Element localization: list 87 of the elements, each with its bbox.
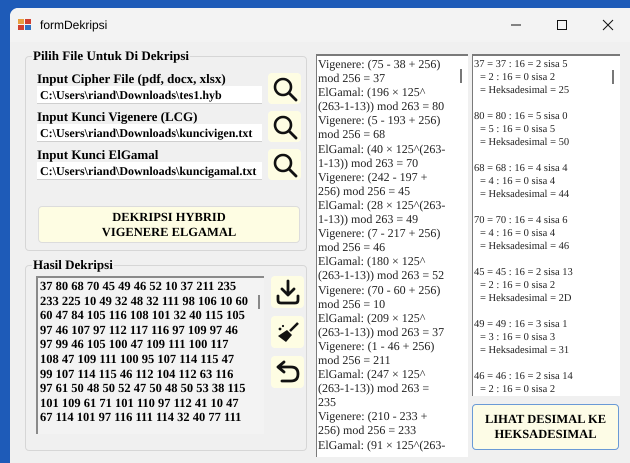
search-icon — [272, 114, 298, 140]
step-line: ElGamal: (196 × 125^ — [318, 85, 426, 100]
broom-icon — [276, 321, 300, 343]
hex-step-line: 80 = 80 : 16 = 5 sisa 0 — [474, 110, 568, 123]
hex-convert-button[interactable]: LIHAT DESIMAL KE HEKSADESIMAL — [472, 404, 619, 450]
step-line: Vigenere: (210 - 233 + — [318, 409, 428, 424]
file-path-field[interactable]: C:\Users\riand\Downloads\kuncivigen.txt — [37, 124, 262, 142]
hex-step-line: = Heksadesimal = 44 — [479, 188, 570, 201]
scrollbar-thumb[interactable] — [258, 295, 260, 309]
step-line: (263-1-13)) mod 263 = — [318, 381, 430, 396]
result-line: 60 47 84 105 116 108 101 32 40 115 105 — [40, 308, 245, 323]
download-icon — [274, 279, 300, 305]
file-path-field[interactable]: C:\Users\riand\Downloads\kuncigamal.txt — [37, 162, 262, 180]
step-line: ElGamal: (91 × 125^(263- — [318, 438, 446, 452]
hex-step-line: = 2 : 16 = 0 sisa 2 — [479, 279, 556, 292]
hex-step-line: 68 = 68 : 16 = 4 sisa 4 — [474, 162, 568, 175]
app-icon — [18, 19, 32, 31]
browse-button[interactable] — [268, 111, 301, 142]
hex-text-area[interactable] — [472, 54, 620, 396]
steps-text-area[interactable] — [316, 54, 468, 457]
hex-step-line: 70 = 70 : 16 = 4 sisa 6 — [474, 214, 568, 227]
step-line: ElGamal: (28 × 125^(263- — [318, 198, 446, 212]
step-line: 256) mod 256 = 45 — [318, 184, 410, 198]
step-line: (263-1-13)) mod 263 = 52 — [318, 268, 444, 282]
group-title: Hasil Dekripsi — [32, 257, 114, 273]
hex-step-line: = 2 : 16 = 0 sisa 2 — [479, 383, 556, 396]
step-line: ElGamal: (180 × 125^ — [318, 254, 426, 268]
hex-step-line: = 4 : 16 = 0 sisa 4 — [479, 227, 556, 240]
field-label: Input Cipher File (pdf, docx, xlsx) — [37, 71, 227, 86]
result-line: 99 107 114 115 46 112 104 112 63 116 — [40, 366, 234, 382]
result-line: 97 61 50 48 50 52 47 50 48 50 53 38 115 — [40, 381, 246, 396]
step-line: 1-13)) mod 263 = 70 — [318, 156, 418, 170]
step-line: (263-1-13)) mod 263 = 37 — [318, 324, 444, 339]
result-line: 101 109 61 71 101 110 97 112 41 10 47 — [40, 396, 239, 410]
scrollbar-thumb[interactable] — [460, 69, 462, 83]
step-line: mod 256 = 37 — [318, 71, 386, 86]
step-line: mod 256 = 68 — [318, 127, 386, 142]
result-line: 108 47 109 111 100 95 107 114 115 47 — [40, 352, 234, 367]
step-line: 256) mod 256 = 233 — [318, 423, 416, 438]
hex-step-line: 46 = 46 : 16 = 2 sisa 14 — [474, 370, 573, 383]
step-line: 1-13)) mod 263 = 49 — [318, 212, 418, 226]
hex-step-line: 45 = 45 : 16 = 2 sisa 13 — [474, 266, 573, 279]
result-line: 97 99 46 105 100 47 109 111 100 117 — [40, 337, 229, 352]
undo-icon — [274, 360, 300, 384]
hex-step-line: = 5 : 16 = 0 sisa 5 — [479, 123, 556, 136]
hex-step-line: 49 = 49 : 16 = 3 sisa 1 — [474, 318, 568, 331]
step-line: Vigenere: (7 - 217 + 256) — [318, 226, 440, 240]
step-line: ElGamal: (247 × 125^ — [318, 367, 426, 382]
clear-button[interactable] — [271, 316, 304, 348]
hex-step-line: = Heksadesimal = 2D — [479, 292, 572, 305]
field-label: Input Kunci ElGamal — [37, 147, 160, 162]
result-line: 233 225 10 49 32 48 32 111 98 106 10 60 — [40, 294, 248, 308]
group-title: Pilih File Untuk Di Dekripsi — [32, 48, 190, 64]
step-line: (263-1-13)) mod 263 = 80 — [318, 99, 444, 114]
browse-button[interactable] — [268, 149, 301, 180]
hex-step-line: = 4 : 16 = 0 sisa 4 — [479, 175, 556, 188]
step-line: Vigenere: (5 - 193 + 256) — [318, 113, 440, 128]
step-line: Vigenere: (242 - 197 + — [318, 170, 428, 184]
result-line: 67 114 101 97 116 111 114 32 40 77 111 — [40, 410, 242, 425]
browse-button[interactable] — [268, 73, 301, 104]
back-button[interactable] — [271, 356, 304, 388]
search-icon — [272, 76, 298, 102]
hex-step-line: = 2 : 16 = 0 sisa 2 — [479, 71, 556, 84]
file-path-field[interactable]: C:\Users\riand\Downloads\tes1.hyb — [37, 86, 262, 104]
result-line: 97 46 107 97 112 117 116 97 109 97 46 — [40, 322, 238, 338]
field-label: Input Kunci Vigenere (LCG) — [37, 109, 198, 124]
hex-step-line: = Heksadesimal = 31 — [479, 344, 570, 357]
step-line: 235 — [318, 395, 336, 410]
scrollbar-thumb[interactable] — [612, 70, 614, 84]
hex-step-line: 37 = 37 : 16 = 2 sisa 5 — [474, 58, 568, 71]
result-line: 37 80 68 70 45 49 46 52 10 37 211 235 — [40, 279, 236, 294]
save-button[interactable] — [271, 276, 304, 308]
step-line: mod 256 = 46 — [318, 240, 386, 254]
step-line: ElGamal: (209 × 125^ — [318, 310, 426, 325]
step-line: Vigenere: (75 - 38 + 256) — [318, 57, 440, 72]
step-line: Vigenere: (1 - 46 + 256) — [318, 338, 434, 353]
step-line: mod 256 = 211 — [318, 352, 391, 368]
hex-step-line: = Heksadesimal = 25 — [479, 84, 570, 97]
decrypt-button[interactable]: DEKRIPSI HYBRID VIGENERE ELGAMAL — [38, 206, 300, 243]
hex-step-line: = Heksadesimal = 46 — [479, 240, 570, 253]
step-line: Vigenere: (70 - 60 + 256) — [318, 282, 440, 297]
hex-step-line: = 3 : 16 = 0 sisa 3 — [479, 331, 556, 344]
search-icon — [272, 152, 298, 178]
window-title: formDekripsi — [40, 17, 108, 34]
hex-step-line: = Heksadesimal = 50 — [479, 136, 570, 149]
step-line: mod 256 = 10 — [318, 296, 386, 311]
step-line: ElGamal: (40 × 125^(263- — [318, 142, 446, 156]
